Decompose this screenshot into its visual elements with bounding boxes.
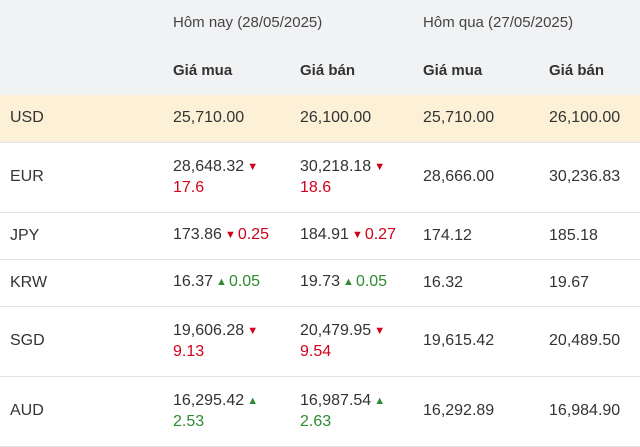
today-buy-value: 16,295.42 bbox=[173, 391, 245, 409]
today-buy-value: 28,648.32 bbox=[173, 157, 245, 175]
today-sell-value: 20,479.95 bbox=[300, 321, 372, 339]
change-value: 2.53 bbox=[173, 412, 205, 430]
header-today: Hôm nay (28/05/2025) bbox=[173, 14, 323, 31]
today-sell-cell: 16,987.54 ▲ 2.63 bbox=[292, 376, 416, 447]
yesterday-sell-value: 20,489.50 bbox=[541, 306, 640, 377]
today-sell-value: 26,100.00 bbox=[300, 109, 372, 127]
header-row-dates: Hôm nay (28/05/2025) Hôm qua (27/05/2025… bbox=[0, 0, 640, 46]
currency-code: USD bbox=[0, 95, 165, 143]
triangle-down-icon: ▼ bbox=[374, 160, 386, 173]
today-buy-value: 25,710.00 bbox=[173, 109, 245, 127]
today-buy-cell: 173.86 ▼ 0.25 bbox=[165, 212, 292, 260]
yesterday-sell-value: 16,984.90 bbox=[541, 376, 640, 447]
currency-code: KRW bbox=[0, 259, 165, 307]
yesterday-buy-value: 28,666.00 bbox=[415, 142, 542, 213]
today-sell-value: 30,218.18 bbox=[300, 157, 372, 175]
table-row: USD 25,710.00 26,100.00 25,710.00 26,100.00 bbox=[0, 95, 640, 143]
table-row: SGD 19,606.28 ▼ 9.13 20,479.95 ▼ 9.54 19,615.42… bbox=[0, 306, 640, 377]
today-sell-value: 184.91 bbox=[300, 226, 349, 243]
yesterday-buy-value: 25,710.00 bbox=[415, 95, 542, 143]
today-sell-cell: 20,479.95 ▼ 9.54 bbox=[292, 306, 416, 377]
triangle-down-icon: ▼ bbox=[351, 229, 363, 241]
yesterday-buy-value: 16.32 bbox=[415, 259, 542, 307]
today-sell-cell: 26,100.00 bbox=[292, 95, 416, 143]
today-sell-cell: 30,218.18 ▼ 18.6 bbox=[292, 142, 416, 213]
yesterday-buy-value: 16,292.89 bbox=[415, 376, 542, 447]
table-row: EUR 28,648.32 ▼ 17.6 30,218.18 ▼ 18.6 28,666.00… bbox=[0, 142, 640, 213]
change-value: 0.25 bbox=[237, 226, 269, 243]
header-empty-cell bbox=[0, 46, 165, 95]
header-yesterday: Hôm qua (27/05/2025) bbox=[423, 14, 574, 31]
yesterday-buy-value: 19,615.42 bbox=[415, 306, 542, 377]
triangle-up-icon: ▲ bbox=[374, 394, 386, 407]
today-buy-cell: 19,606.28 ▼ 9.13 bbox=[165, 306, 292, 377]
triangle-down-icon: ▼ bbox=[224, 229, 236, 241]
currency-code: AUD bbox=[0, 376, 165, 447]
today-buy-value: 19,606.28 bbox=[173, 321, 245, 339]
yesterday-sell-value: 26,100.00 bbox=[541, 95, 640, 143]
table-row: AUD 16,295.42 ▲ 2.53 16,987.54 ▲ 2.63 16,292.89… bbox=[0, 376, 640, 447]
header-row-columns: Giá mua Giá bán Giá mua Giá bán bbox=[0, 46, 640, 95]
today-buy-cell: 25,710.00 bbox=[165, 95, 292, 143]
header-today-buy: Giá mua bbox=[173, 61, 233, 79]
today-buy-value: 16.37 bbox=[173, 273, 214, 290]
today-buy-cell: 16,295.42 ▲ 2.53 bbox=[165, 376, 292, 447]
today-buy-cell: 28,648.32 ▼ 17.6 bbox=[165, 142, 292, 213]
today-buy-cell: 16.37 ▲ 0.05 bbox=[165, 259, 292, 307]
change-value: 18.6 bbox=[300, 178, 332, 196]
table-row: KRW 16.37 ▲ 0.05 19.73 ▲ 0.05 16.32 19.67 bbox=[0, 259, 640, 307]
change-value: 0.27 bbox=[364, 226, 396, 243]
triangle-up-icon: ▲ bbox=[247, 394, 259, 407]
today-sell-cell: 184.91 ▼ 0.27 bbox=[292, 212, 416, 260]
header-yesterday-buy: Giá mua bbox=[423, 61, 483, 79]
change-value: 0.05 bbox=[355, 273, 388, 290]
yesterday-sell-value: 185.18 bbox=[541, 212, 640, 260]
triangle-up-icon: ▲ bbox=[216, 276, 227, 288]
header-empty-cell bbox=[0, 0, 165, 46]
triangle-up-icon: ▲ bbox=[343, 276, 354, 288]
header-yesterday-sell: Giá bán bbox=[549, 61, 605, 79]
yesterday-sell-value: 19.67 bbox=[541, 259, 640, 307]
change-value: 9.54 bbox=[300, 342, 332, 360]
exchange-rate-table: Hôm nay (28/05/2025) Hôm qua (27/05/2025… bbox=[0, 0, 640, 447]
change-value: 9.13 bbox=[173, 342, 205, 360]
today-sell-cell: 19.73 ▲ 0.05 bbox=[292, 259, 416, 307]
currency-code: SGD bbox=[0, 306, 165, 377]
triangle-down-icon: ▼ bbox=[374, 324, 386, 337]
header-today-sell: Giá bán bbox=[300, 61, 356, 79]
yesterday-sell-value: 30,236.83 bbox=[541, 142, 640, 213]
today-sell-value: 19.73 bbox=[300, 273, 341, 290]
yesterday-buy-value: 174.12 bbox=[415, 212, 542, 260]
change-value: 2.63 bbox=[300, 412, 332, 430]
today-sell-value: 16,987.54 bbox=[300, 391, 372, 409]
currency-code: EUR bbox=[0, 142, 165, 213]
change-value: 17.6 bbox=[173, 178, 205, 196]
today-buy-value: 173.86 bbox=[173, 226, 222, 243]
triangle-down-icon: ▼ bbox=[247, 324, 259, 337]
currency-code: JPY bbox=[0, 212, 165, 260]
table-row: JPY 173.86 ▼ 0.25 184.91 ▼ 0.27 174.12 185.18 bbox=[0, 212, 640, 260]
triangle-down-icon: ▼ bbox=[247, 160, 259, 173]
change-value: 0.05 bbox=[228, 273, 261, 290]
